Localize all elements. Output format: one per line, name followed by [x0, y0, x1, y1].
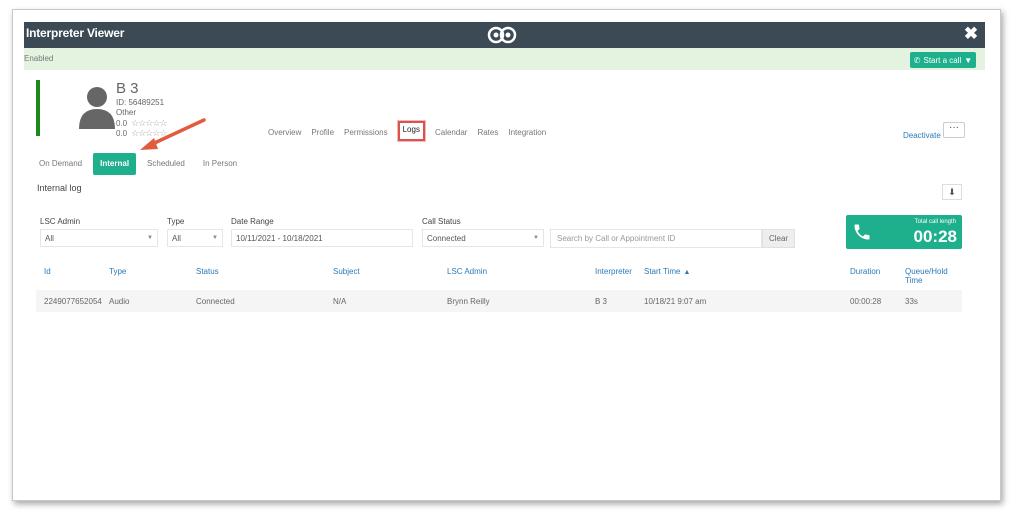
- tab-permissions[interactable]: Permissions: [344, 125, 388, 141]
- cell-lsc-admin: Brynn Reilly: [447, 297, 490, 306]
- date-range-label: Date Range: [231, 217, 274, 226]
- brand-logo-icon: [487, 26, 517, 44]
- table-row[interactable]: 2249077652054 Audio Connected N/A Brynn …: [36, 290, 962, 312]
- column-header-queue-hold[interactable]: Queue/Hold Time: [905, 267, 948, 285]
- caret-down-icon: ▼: [533, 235, 539, 241]
- cell-queue-hold: 33s: [905, 297, 918, 306]
- column-header-status[interactable]: Status: [196, 267, 219, 276]
- table-header: Id Type Status Subject LSC Admin Interpr…: [24, 265, 985, 289]
- lsc-admin-label: LSC Admin: [40, 217, 81, 226]
- queue-hold-header-line1: Queue/Hold: [905, 267, 948, 276]
- start-call-label: Start a call: [923, 55, 962, 65]
- tab-calendar[interactable]: Calendar: [435, 125, 467, 141]
- call-status-value: Connected: [427, 234, 466, 243]
- cell-interpreter: B 3: [595, 297, 608, 306]
- cell-status: Connected: [196, 297, 235, 306]
- subtab-scheduled[interactable]: Scheduled: [140, 153, 192, 175]
- close-icon[interactable]: ✖: [961, 24, 981, 44]
- tab-overview[interactable]: Overview: [268, 125, 301, 141]
- column-header-duration[interactable]: Duration: [850, 267, 880, 276]
- column-header-interpreter[interactable]: Interpreter: [595, 267, 632, 276]
- rating-value: 0.0: [116, 119, 128, 128]
- subtab-on-demand[interactable]: On Demand: [32, 153, 89, 175]
- status-bar: Enabled ✆ Start a call ▼: [24, 48, 985, 70]
- type-label: Type: [167, 217, 185, 226]
- window-title: Interpreter Viewer: [26, 26, 125, 40]
- type-select[interactable]: All ▼: [167, 229, 223, 247]
- status-text: Enabled: [24, 54, 54, 63]
- log-type-tabs: On Demand Internal Scheduled In Person: [32, 153, 248, 175]
- interpreter-viewer-window: Interpreter Viewer ✖ Enabled ✆ Start a c…: [24, 22, 985, 492]
- subtab-internal[interactable]: Internal: [93, 153, 137, 175]
- tab-integration[interactable]: Integration: [508, 125, 546, 141]
- section-title: Internal log: [37, 183, 82, 193]
- profile-category: Other: [116, 108, 137, 117]
- phone-icon: [854, 224, 870, 240]
- deactivate-link[interactable]: Deactivate: [903, 131, 941, 140]
- rating-value: 0.0: [116, 129, 128, 138]
- start-call-button[interactable]: ✆ Start a call ▼: [910, 52, 976, 68]
- cell-id: 2249077652054: [44, 297, 102, 306]
- clear-button[interactable]: Clear: [762, 229, 795, 248]
- profile-status-indicator: [36, 80, 40, 136]
- cell-duration: 00:00:28: [850, 297, 882, 306]
- cell-start-time: 10/18/21 9:07 am: [644, 297, 707, 306]
- profile-id: ID: 56489251: [116, 98, 165, 107]
- column-header-type[interactable]: Type: [109, 267, 126, 276]
- cell-type: Audio: [109, 297, 130, 306]
- annotation-arrow-icon: [140, 118, 206, 150]
- call-status-select[interactable]: Connected ▼: [422, 229, 544, 247]
- sort-ascending-icon: ▲: [683, 269, 691, 276]
- caret-down-icon: ▼: [147, 235, 153, 241]
- more-options-button[interactable]: ···: [943, 122, 965, 138]
- tab-logs[interactable]: Logs: [397, 121, 425, 141]
- profile-name: B 3: [116, 80, 139, 97]
- title-bar: Interpreter Viewer ✖: [24, 22, 985, 48]
- lsc-admin-select[interactable]: All ▼: [40, 229, 158, 247]
- column-header-id[interactable]: Id: [44, 267, 51, 276]
- main-tabs: Overview Profile Permissions Logs Calend…: [268, 121, 556, 141]
- column-header-subject[interactable]: Subject: [333, 267, 360, 276]
- tab-rates[interactable]: Rates: [477, 125, 498, 141]
- column-header-lsc-admin[interactable]: LSC Admin: [447, 267, 487, 276]
- tab-profile[interactable]: Profile: [311, 125, 334, 141]
- date-range-input[interactable]: 10/11/2021 - 10/18/2021: [231, 229, 413, 247]
- download-icon[interactable]: ⬇: [942, 184, 962, 200]
- caret-down-icon: ▼: [212, 235, 218, 241]
- subtab-in-person[interactable]: In Person: [196, 153, 244, 175]
- type-value: All: [172, 234, 181, 243]
- phone-icon: ✆: [913, 55, 921, 65]
- start-time-header-label: Start Time: [644, 267, 681, 276]
- call-status-label: Call Status: [422, 217, 461, 226]
- search-input[interactable]: [550, 229, 762, 248]
- total-call-length-card: Total call length 00:28: [846, 215, 962, 249]
- chevron-down-icon: ▼: [964, 55, 973, 65]
- total-call-length-label: Total call length: [914, 219, 956, 225]
- date-range-value: 10/11/2021 - 10/18/2021: [236, 234, 323, 243]
- lsc-admin-value: All: [45, 234, 54, 243]
- total-call-length-value: 00:28: [913, 227, 957, 246]
- avatar-icon: [79, 87, 115, 129]
- queue-hold-header-line2: Time: [905, 276, 923, 285]
- cell-subject: N/A: [333, 297, 347, 306]
- column-header-start-time[interactable]: Start Time ▲: [644, 267, 690, 276]
